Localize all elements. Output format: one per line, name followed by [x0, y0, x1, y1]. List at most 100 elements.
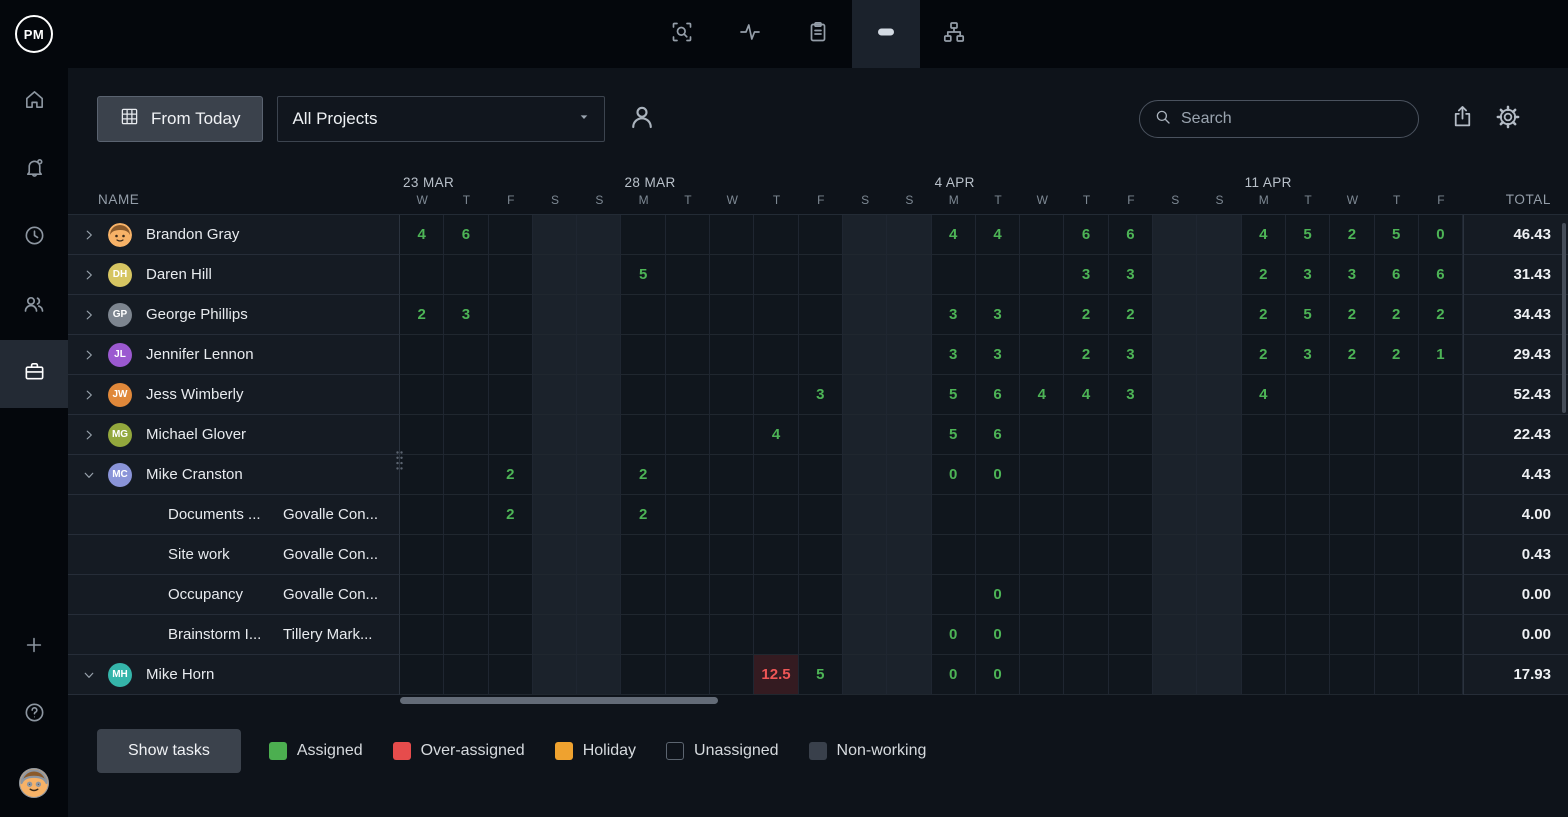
tab-zoom-search[interactable] — [648, 0, 716, 68]
allocation-cell[interactable]: 2 — [1330, 295, 1374, 335]
allocation-cell[interactable] — [799, 295, 843, 335]
allocation-cell[interactable] — [1197, 455, 1241, 495]
allocation-cell[interactable] — [932, 575, 976, 615]
allocation-cell[interactable]: 3 — [444, 295, 488, 335]
allocation-cell[interactable] — [533, 535, 577, 575]
allocation-cell[interactable] — [400, 535, 444, 575]
allocation-cell[interactable] — [400, 575, 444, 615]
allocation-cell[interactable]: 0 — [976, 575, 1020, 615]
task-name-cell[interactable]: OccupancyGovalle Con... — [68, 575, 400, 615]
allocation-cell[interactable] — [666, 335, 710, 375]
allocation-cell[interactable] — [621, 575, 665, 615]
allocation-cell[interactable] — [1242, 535, 1286, 575]
allocation-cell[interactable] — [577, 295, 621, 335]
allocation-cell[interactable]: 3 — [799, 375, 843, 415]
allocation-cell[interactable] — [1109, 535, 1153, 575]
from-today-button[interactable]: From Today — [97, 96, 263, 142]
allocation-cell[interactable] — [577, 255, 621, 295]
task-name-cell[interactable]: Site workGovalle Con... — [68, 535, 400, 575]
allocation-cell[interactable]: 0 — [932, 615, 976, 655]
allocation-cell[interactable] — [1153, 655, 1197, 695]
chevron-down-icon[interactable] — [80, 468, 98, 482]
chevron-right-icon[interactable] — [80, 268, 98, 282]
allocation-cell[interactable] — [1064, 495, 1108, 535]
allocation-cell[interactable] — [887, 215, 931, 255]
export-button[interactable] — [1450, 104, 1475, 134]
resource-row[interactable]: DHDaren Hill5332336631.43 — [68, 255, 1568, 295]
allocation-cell[interactable] — [1242, 415, 1286, 455]
resource-name-cell[interactable]: JLJennifer Lennon — [68, 335, 400, 375]
allocation-cell[interactable] — [577, 615, 621, 655]
allocation-cell[interactable] — [1153, 615, 1197, 655]
allocation-cell[interactable] — [621, 215, 665, 255]
allocation-cell[interactable] — [1375, 575, 1419, 615]
chevron-right-icon[interactable] — [80, 228, 98, 242]
allocation-cell[interactable]: 3 — [976, 295, 1020, 335]
allocation-cell[interactable]: 0 — [932, 455, 976, 495]
allocation-cell[interactable] — [754, 615, 798, 655]
resource-row[interactable]: JWJess Wimberly356443452.43 — [68, 375, 1568, 415]
allocation-cell[interactable] — [400, 335, 444, 375]
allocation-cell[interactable] — [843, 295, 887, 335]
allocation-cell[interactable] — [577, 415, 621, 455]
task-name-cell[interactable]: Documents ...Govalle Con... — [68, 495, 400, 535]
allocation-cell[interactable] — [400, 375, 444, 415]
allocation-cell[interactable] — [710, 415, 754, 455]
allocation-cell[interactable] — [1197, 495, 1241, 535]
allocation-cell[interactable] — [1286, 415, 1330, 455]
allocation-cell[interactable] — [1419, 615, 1463, 655]
assignee-filter-button[interactable] — [627, 102, 657, 137]
allocation-cell[interactable]: 2 — [621, 455, 665, 495]
allocation-cell[interactable] — [1197, 535, 1241, 575]
allocation-cell[interactable] — [754, 215, 798, 255]
allocation-cell[interactable]: 2 — [489, 495, 533, 535]
allocation-cell[interactable] — [1109, 455, 1153, 495]
allocation-cell[interactable] — [799, 615, 843, 655]
chevron-down-icon[interactable] — [80, 668, 98, 682]
vertical-scrollbar[interactable] — [1562, 223, 1566, 413]
resource-row[interactable]: MCMike Cranston22004.43 — [68, 455, 1568, 495]
allocation-cell[interactable] — [577, 215, 621, 255]
allocation-cell[interactable] — [799, 575, 843, 615]
allocation-cell[interactable]: 6 — [976, 415, 1020, 455]
allocation-cell[interactable] — [444, 535, 488, 575]
allocation-cell[interactable] — [799, 335, 843, 375]
allocation-cell[interactable]: 4 — [932, 215, 976, 255]
allocation-cell[interactable] — [843, 415, 887, 455]
allocation-cell[interactable] — [1153, 335, 1197, 375]
allocation-cell[interactable]: 2 — [1242, 255, 1286, 295]
allocation-cell[interactable]: 2 — [1242, 295, 1286, 335]
resource-name-cell[interactable]: GPGeorge Phillips — [68, 295, 400, 335]
allocation-cell[interactable]: 3 — [1286, 255, 1330, 295]
sidebar-item-notifications[interactable] — [0, 136, 68, 204]
allocation-cell[interactable] — [799, 535, 843, 575]
allocation-cell[interactable]: 2 — [1375, 295, 1419, 335]
column-resize-handle[interactable] — [395, 450, 404, 476]
chevron-right-icon[interactable] — [80, 388, 98, 402]
app-logo[interactable]: PM — [0, 0, 68, 68]
allocation-cell[interactable] — [1286, 655, 1330, 695]
sidebar-item-home[interactable] — [0, 68, 68, 136]
allocation-cell[interactable] — [444, 495, 488, 535]
allocation-cell[interactable] — [1330, 655, 1374, 695]
allocation-cell[interactable]: 3 — [1109, 375, 1153, 415]
allocation-cell[interactable] — [1330, 495, 1374, 535]
allocation-cell[interactable] — [710, 615, 754, 655]
allocation-cell[interactable]: 6 — [1064, 215, 1108, 255]
allocation-cell[interactable] — [887, 255, 931, 295]
allocation-cell[interactable] — [1242, 655, 1286, 695]
allocation-cell[interactable] — [489, 335, 533, 375]
allocation-cell[interactable] — [533, 455, 577, 495]
allocation-cell[interactable] — [1419, 455, 1463, 495]
task-row[interactable]: Documents ...Govalle Con...224.00 — [68, 495, 1568, 535]
allocation-cell[interactable] — [400, 415, 444, 455]
allocation-cell[interactable] — [1330, 415, 1374, 455]
allocation-cell[interactable]: 3 — [1109, 335, 1153, 375]
allocation-cell[interactable] — [1153, 455, 1197, 495]
tab-clipboard[interactable] — [784, 0, 852, 68]
allocation-cell[interactable] — [887, 455, 931, 495]
allocation-cell[interactable] — [710, 335, 754, 375]
allocation-cell[interactable] — [1197, 655, 1241, 695]
allocation-cell[interactable] — [489, 295, 533, 335]
allocation-cell[interactable]: 3 — [932, 335, 976, 375]
